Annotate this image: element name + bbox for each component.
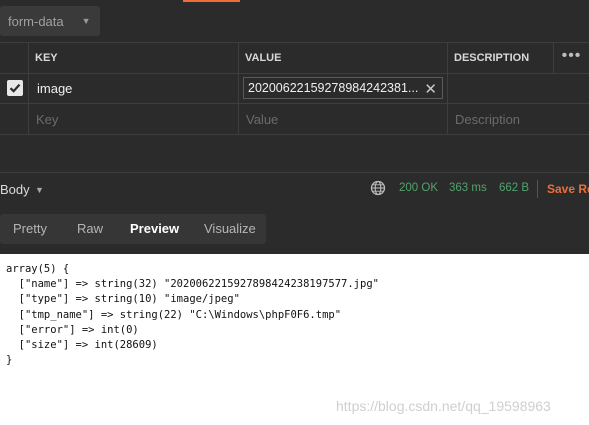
row-enabled-checkbox[interactable] xyxy=(7,80,23,96)
body-type-label: form-data xyxy=(8,13,64,29)
table-header-row: KEY VALUE DESCRIPTION ••• xyxy=(0,42,589,74)
body-type-dropdown[interactable]: form-data ▼ xyxy=(0,6,100,36)
more-dots-icon: ••• xyxy=(561,47,582,64)
remove-file-icon[interactable]: ✕ xyxy=(424,80,437,98)
key-input[interactable]: Key xyxy=(28,104,238,134)
response-bar: Body ▼ 200 OK 363 ms 662 B Save Re xyxy=(0,172,589,205)
code-line: } xyxy=(6,354,13,367)
code-line: ["name"] => string(32) "2020062215927898… xyxy=(6,278,379,291)
tab-preview[interactable]: Preview xyxy=(130,221,179,236)
chevron-down-icon: ▼ xyxy=(35,185,44,195)
code-line: ["error"] => int(0) xyxy=(6,323,139,336)
divider xyxy=(537,180,538,198)
response-time[interactable]: 363 ms xyxy=(449,182,487,194)
watermark: https://blog.csdn.net/qq_19598963 xyxy=(336,398,551,414)
code-line: ["tmp_name"] => string(22) "C:\Windows\p… xyxy=(6,308,342,321)
code-line: ["size"] => int(28609) xyxy=(6,339,158,352)
form-data-table: KEY VALUE DESCRIPTION ••• image 20200622… xyxy=(0,42,589,135)
key-header-label: KEY xyxy=(35,52,58,64)
key-value: image xyxy=(37,80,73,96)
description-header-label: DESCRIPTION xyxy=(454,52,530,64)
file-name: 20200622159278984242381... xyxy=(248,81,419,95)
tab-visualize[interactable]: Visualize xyxy=(204,221,256,236)
description-column-header: DESCRIPTION xyxy=(447,43,553,73)
value-column-header: VALUE xyxy=(238,43,447,73)
response-view-tabs: Pretty Raw Preview Visualize xyxy=(0,214,266,244)
value-input[interactable]: Value xyxy=(238,104,447,134)
description-placeholder: Description xyxy=(455,111,521,127)
file-chip[interactable]: 20200622159278984242381... ✕ xyxy=(243,77,443,99)
code-line: array(5) { xyxy=(6,263,70,275)
code-line: ["type"] => string(10) "image/jpeg" xyxy=(6,293,240,306)
key-cell[interactable]: image xyxy=(28,73,238,103)
description-cell[interactable] xyxy=(447,73,589,103)
table-row: image 20200622159278984242381... ✕ xyxy=(0,73,589,104)
checkmark-icon xyxy=(9,83,21,93)
tab-pretty[interactable]: Pretty xyxy=(13,221,47,236)
tab-raw[interactable]: Raw xyxy=(77,221,103,236)
key-placeholder: Key xyxy=(36,111,59,127)
preview-output: array(5) { ["name"] => string(32) "20200… xyxy=(6,262,379,368)
chevron-down-icon: ▼ xyxy=(81,16,91,26)
value-placeholder: Value xyxy=(246,111,279,127)
key-column-header: KEY xyxy=(28,43,238,73)
value-cell[interactable]: 20200622159278984242381... ✕ xyxy=(238,73,447,103)
response-body-dropdown[interactable]: Body xyxy=(0,182,30,197)
value-header-label: VALUE xyxy=(245,52,282,64)
active-tab-indicator xyxy=(183,0,240,2)
status-code[interactable]: 200 OK xyxy=(399,182,438,194)
description-input[interactable]: Description xyxy=(447,104,589,134)
save-response-button[interactable]: Save Re xyxy=(547,182,589,196)
globe-icon[interactable] xyxy=(370,180,386,196)
response-preview: array(5) { ["name"] => string(32) "20200… xyxy=(0,254,589,425)
response-size[interactable]: 662 B xyxy=(499,182,529,194)
more-options-button[interactable]: ••• xyxy=(553,43,589,73)
table-row-empty: Key Value Description xyxy=(0,104,589,135)
